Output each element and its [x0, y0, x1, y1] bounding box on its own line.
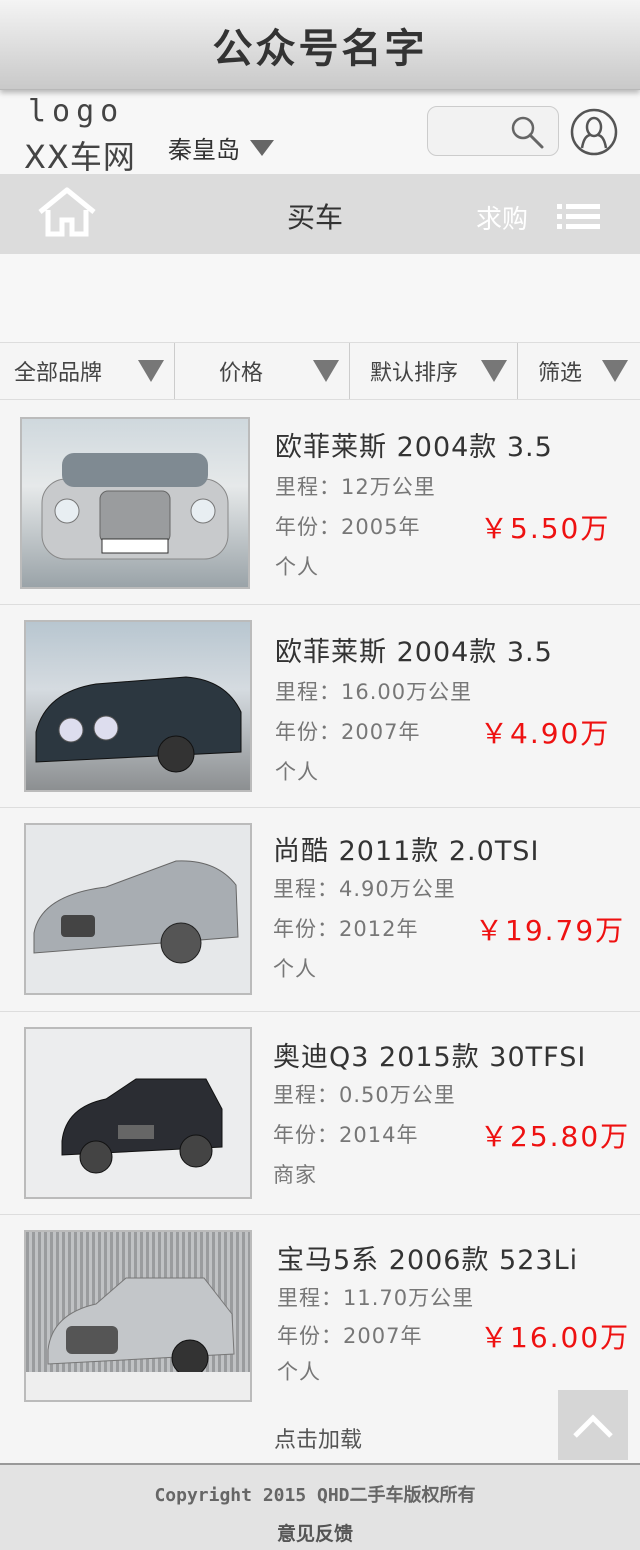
seller-type: 个人: [275, 760, 319, 784]
chevron-down-icon: [250, 139, 274, 156]
chevron-down-icon: [313, 360, 339, 382]
car-price: ￥5.50万: [480, 512, 611, 545]
site-name: XX车网: [24, 138, 136, 176]
app-title: 公众号名字: [212, 25, 428, 72]
car-title: 尚酷 2011款 2.0TSI: [273, 836, 540, 867]
seller-type: 个人: [273, 957, 317, 981]
car-year: 年份：2007年: [277, 1324, 423, 1348]
car-price: ￥4.90万: [480, 717, 611, 750]
app-title-bar: 公众号名字: [0, 0, 640, 90]
car-price: ￥16.00万: [480, 1321, 631, 1354]
page-title: 买车: [286, 201, 343, 234]
city-label: 秦皇岛: [168, 136, 240, 164]
feedback-link[interactable]: 意见反馈: [0, 1519, 630, 1546]
car-photo[interactable]: [20, 417, 250, 589]
car-title: 宝马5系 2006款 523Li: [277, 1245, 579, 1276]
car-listing[interactable]: 尚酷 2011款 2.0TSI 里程：4.90万公里 年份：2012年 ￥19.…: [0, 809, 640, 1012]
car-mileage: 里程：12万公里: [275, 475, 436, 499]
car-photo[interactable]: [24, 1027, 252, 1199]
car-price: ￥25.80万: [480, 1120, 631, 1153]
wanted-link[interactable]: 求购: [476, 199, 528, 236]
car-photo[interactable]: [24, 1230, 252, 1402]
filter-bar: 全部品牌 价格 默认排序 筛选: [0, 342, 640, 400]
car-mileage: 里程：0.50万公里: [273, 1083, 456, 1107]
car-year: 年份：2012年: [273, 917, 419, 941]
filter-brand[interactable]: 全部品牌: [0, 343, 175, 399]
search-icon[interactable]: [508, 113, 546, 151]
car-mileage: 里程：11.70万公里: [277, 1286, 475, 1310]
filter-more[interactable]: 筛选: [518, 343, 640, 399]
filter-label: 价格: [219, 361, 264, 386]
filter-label: 默认排序: [370, 361, 459, 386]
car-title: 欧菲莱斯 2004款 3.5: [275, 637, 553, 668]
car-mileage: 里程：4.90万公里: [273, 877, 456, 901]
search-box[interactable]: [427, 106, 559, 156]
user-icon[interactable]: [570, 108, 618, 156]
car-photo[interactable]: [24, 823, 252, 995]
load-more-button[interactable]: 点击加载: [0, 1422, 640, 1454]
main-nav: 买车 求购: [0, 174, 640, 254]
back-to-top-button[interactable]: [558, 1390, 628, 1460]
filter-sort[interactable]: 默认排序: [350, 343, 518, 399]
filter-label: 筛选: [538, 361, 583, 386]
copyright-text: Copyright 2015 QHD二手车版权所有: [154, 1485, 476, 1506]
car-year: 年份：2014年: [273, 1123, 419, 1147]
car-title: 欧菲莱斯 2004款 3.5: [275, 432, 553, 463]
filter-label: 全部品牌: [14, 361, 103, 386]
car-photo[interactable]: [24, 620, 252, 792]
car-title: 奥迪Q3 2015款 30TFSI: [273, 1042, 587, 1073]
car-listing[interactable]: 欧菲莱斯 2004款 3.5 里程：12万公里 年份：2005年 ￥5.50万 …: [0, 401, 640, 605]
filter-price[interactable]: 价格: [175, 343, 350, 399]
chevron-down-icon: [138, 360, 164, 382]
car-listing[interactable]: 欧菲莱斯 2004款 3.5 里程：16.00万公里 年份：2007年 ￥4.9…: [0, 606, 640, 808]
seller-type: 个人: [275, 555, 319, 579]
logo-text: logo: [28, 94, 125, 129]
chevron-down-icon: [481, 360, 507, 382]
seller-type: 商家: [273, 1163, 317, 1187]
car-price: ￥19.79万: [475, 914, 626, 947]
banner-area: [0, 254, 640, 342]
footer: Copyright 2015 QHD二手车版权所有 意见反馈: [0, 1463, 640, 1550]
car-year: 年份：2005年: [275, 515, 421, 539]
chevron-down-icon: [602, 360, 628, 382]
car-year: 年份：2007年: [275, 720, 421, 744]
car-listing[interactable]: 奥迪Q3 2015款 30TFSI 里程：0.50万公里 年份：2014年 ￥2…: [0, 1013, 640, 1215]
car-listing[interactable]: 宝马5系 2006款 523Li 里程：11.70万公里 年份：2007年 ￥1…: [0, 1216, 640, 1422]
car-mileage: 里程：16.00万公里: [275, 680, 473, 704]
city-selector[interactable]: 秦皇岛: [168, 130, 274, 165]
chevron-up-icon: [573, 1414, 613, 1438]
seller-type: 个人: [277, 1360, 321, 1384]
menu-icon[interactable]: [557, 204, 600, 234]
